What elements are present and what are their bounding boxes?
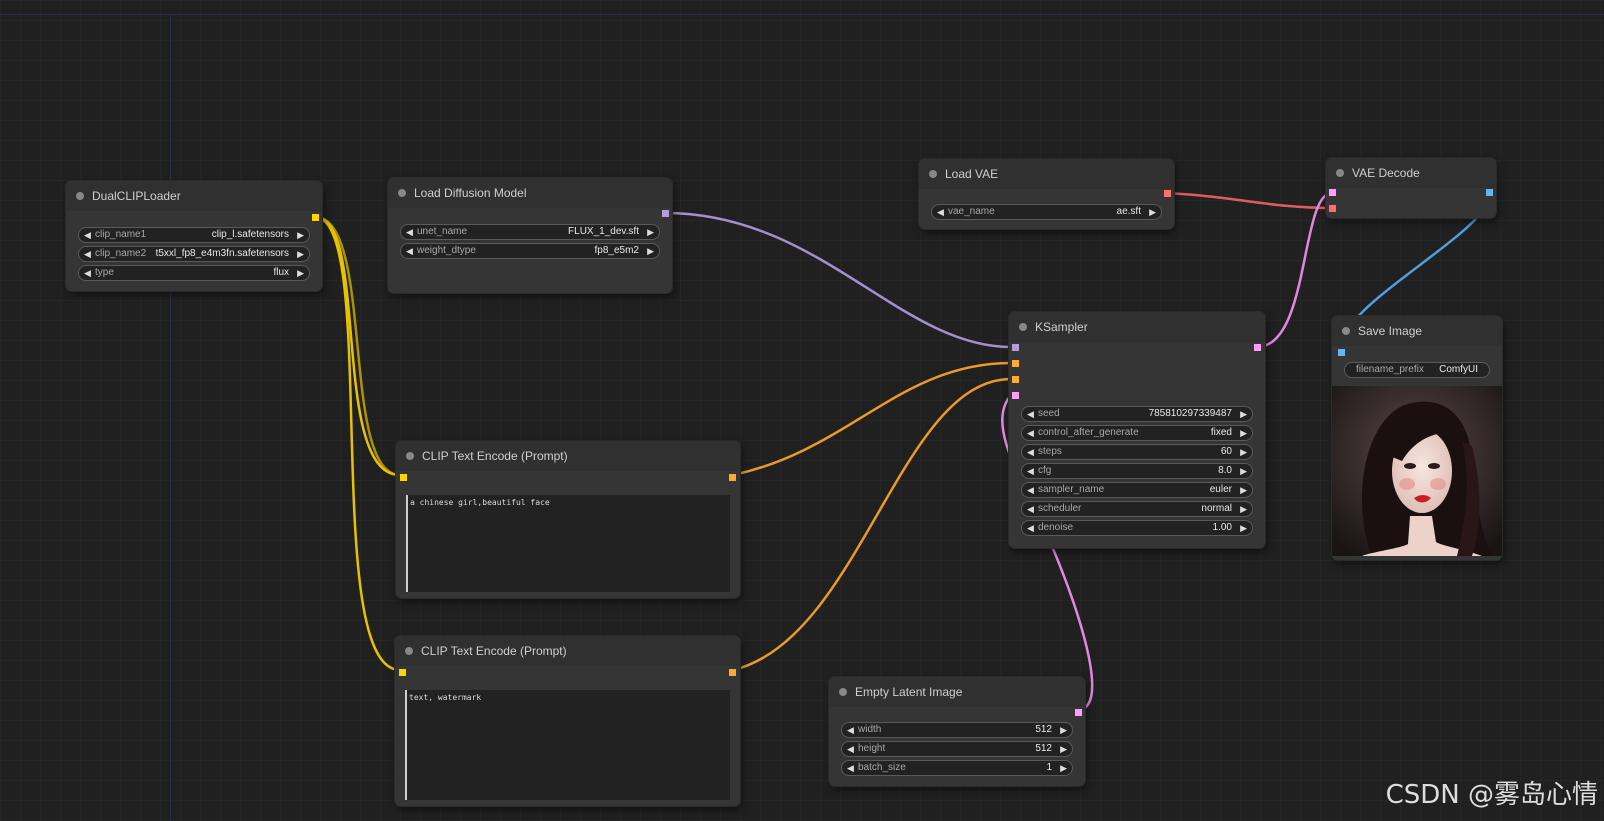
- clip-output-slot[interactable]: [312, 214, 319, 221]
- node-title: Load VAE: [919, 159, 1174, 189]
- dual-clip-loader-node[interactable]: DualCLIPLoader ◀ clip_name1 clip_l.safet…: [66, 181, 322, 291]
- prompt-textarea[interactable]: text, watermark: [405, 690, 730, 800]
- node-title: DualCLIPLoader: [66, 181, 322, 211]
- wire-negative: [732, 377, 1012, 672]
- vae-decode-node[interactable]: VAE Decode: [1326, 158, 1496, 218]
- conditioning-output-slot[interactable]: [729, 669, 736, 676]
- decrement-icon[interactable]: ◀: [84, 228, 91, 242]
- empty-latent-image-node[interactable]: Empty Latent Image ◀ width 512 ▶ ◀ heigh…: [829, 677, 1085, 786]
- unet-name-widget[interactable]: ◀ unet_name FLUX_1_dev.sft ▶: [400, 224, 660, 240]
- steps-widget[interactable]: ◀ steps 60 ▶: [1021, 444, 1253, 460]
- decrement-icon[interactable]: ◀: [406, 225, 413, 239]
- decrement-icon[interactable]: ◀: [1027, 521, 1034, 535]
- latent-output-slot[interactable]: [1254, 344, 1261, 351]
- increment-icon[interactable]: ▶: [1240, 483, 1247, 497]
- image-output-slot[interactable]: [1486, 189, 1493, 196]
- wire-positive: [732, 361, 1012, 477]
- decrement-icon[interactable]: ◀: [1027, 426, 1034, 440]
- latent-input-slot[interactable]: [1012, 392, 1019, 399]
- cfg-widget[interactable]: ◀ cfg 8.0 ▶: [1021, 463, 1253, 479]
- clip-name2-widget[interactable]: ◀ clip_name2 t5xxl_fp8_e4m3fn.safetensor…: [78, 246, 310, 262]
- clip-input-slot[interactable]: [400, 474, 407, 481]
- increment-icon[interactable]: ▶: [1060, 761, 1067, 775]
- increment-icon[interactable]: ▶: [1149, 205, 1156, 219]
- decrement-icon[interactable]: ◀: [84, 266, 91, 280]
- clip-input-slot[interactable]: [399, 669, 406, 676]
- increment-icon[interactable]: ▶: [647, 244, 654, 258]
- decrement-icon[interactable]: ◀: [847, 742, 854, 756]
- vae-output-slot[interactable]: [1164, 190, 1171, 197]
- width-widget[interactable]: ◀ width 512 ▶: [841, 722, 1073, 738]
- node-title: Empty Latent Image: [829, 677, 1085, 707]
- decrement-icon[interactable]: ◀: [1027, 407, 1034, 421]
- increment-icon[interactable]: ▶: [1240, 502, 1247, 516]
- wire-vae: [1166, 191, 1333, 210]
- increment-icon[interactable]: ▶: [1240, 407, 1247, 421]
- canvas-grid-line: [0, 14, 1604, 15]
- save-image-node[interactable]: Save Image filename_prefix ComfyUI: [1332, 316, 1502, 560]
- decrement-icon[interactable]: ◀: [406, 244, 413, 258]
- increment-icon[interactable]: ▶: [1240, 521, 1247, 535]
- increment-icon[interactable]: ▶: [1240, 445, 1247, 459]
- vae-name-widget[interactable]: ◀ vae_name ae.sft ▶: [931, 204, 1162, 220]
- model-output-slot[interactable]: [662, 210, 669, 217]
- increment-icon[interactable]: ▶: [1060, 742, 1067, 756]
- decrement-icon[interactable]: ◀: [1027, 445, 1034, 459]
- wire-image: [1356, 213, 1481, 319]
- decrement-icon[interactable]: ◀: [1027, 502, 1034, 516]
- load-vae-node[interactable]: Load VAE ◀ vae_name ae.sft ▶: [919, 159, 1174, 229]
- increment-icon[interactable]: ▶: [1240, 464, 1247, 478]
- clip-name1-widget[interactable]: ◀ clip_name1 clip_l.safetensors ▶: [78, 227, 310, 243]
- model-input-slot[interactable]: [1012, 344, 1019, 351]
- seed-widget[interactable]: ◀ seed 785810297339487 ▶: [1021, 406, 1253, 422]
- load-diffusion-model-node[interactable]: Load Diffusion Model ◀ unet_name FLUX_1_…: [388, 178, 672, 293]
- positive-input-slot[interactable]: [1012, 360, 1019, 367]
- vae-input-slot[interactable]: [1329, 205, 1336, 212]
- canvas-grid-line: [170, 14, 171, 821]
- conditioning-output-slot[interactable]: [729, 474, 736, 481]
- denoise-widget[interactable]: ◀ denoise 1.00 ▶: [1021, 520, 1253, 536]
- increment-icon[interactable]: ▶: [1060, 723, 1067, 737]
- output-image-preview: [1332, 386, 1502, 556]
- type-widget[interactable]: ◀ type flux ▶: [78, 265, 310, 281]
- decrement-icon[interactable]: ◀: [84, 247, 91, 261]
- filename-prefix-widget[interactable]: filename_prefix ComfyUI: [1344, 362, 1490, 378]
- increment-icon[interactable]: ▶: [647, 225, 654, 239]
- height-widget[interactable]: ◀ height 512 ▶: [841, 741, 1073, 757]
- node-title: CLIP Text Encode (Prompt): [396, 441, 740, 471]
- scheduler-widget[interactable]: ◀ scheduler normal ▶: [1021, 501, 1253, 517]
- wire-samples: [1256, 191, 1333, 349]
- node-title: VAE Decode: [1326, 158, 1496, 188]
- node-title: KSampler: [1009, 312, 1265, 342]
- decrement-icon[interactable]: ◀: [937, 205, 944, 219]
- wire-model: [664, 211, 1012, 349]
- node-title: CLIP Text Encode (Prompt): [395, 636, 740, 666]
- control-after-generate-widget[interactable]: ◀ control_after_generate fixed ▶: [1021, 425, 1253, 441]
- node-title: Load Diffusion Model: [388, 178, 672, 208]
- weight-dtype-widget[interactable]: ◀ weight_dtype fp8_e5m2 ▶: [400, 243, 660, 259]
- batch-size-widget[interactable]: ◀ batch_size 1 ▶: [841, 760, 1073, 776]
- increment-icon[interactable]: ▶: [297, 266, 304, 280]
- increment-icon[interactable]: ▶: [297, 247, 304, 261]
- decrement-icon[interactable]: ◀: [1027, 464, 1034, 478]
- negative-input-slot[interactable]: [1012, 376, 1019, 383]
- samples-input-slot[interactable]: [1329, 189, 1336, 196]
- decrement-icon[interactable]: ◀: [847, 761, 854, 775]
- latent-output-slot[interactable]: [1075, 709, 1082, 716]
- increment-icon[interactable]: ▶: [1240, 426, 1247, 440]
- ksampler-node[interactable]: KSampler ◀ seed 785810297339487 ▶ ◀ cont…: [1009, 312, 1265, 548]
- clip-text-encode-negative-node[interactable]: CLIP Text Encode (Prompt) text, watermar…: [395, 636, 740, 806]
- watermark: CSDN @雾岛心情: [1385, 780, 1598, 810]
- sampler-name-widget[interactable]: ◀ sampler_name euler ▶: [1021, 482, 1253, 498]
- images-input-slot[interactable]: [1338, 349, 1345, 356]
- clip-text-encode-positive-node[interactable]: CLIP Text Encode (Prompt) a chinese girl…: [396, 441, 740, 598]
- increment-icon[interactable]: ▶: [297, 228, 304, 242]
- prompt-textarea[interactable]: a chinese girl,beautiful face: [406, 495, 730, 592]
- decrement-icon[interactable]: ◀: [1027, 483, 1034, 497]
- decrement-icon[interactable]: ◀: [847, 723, 854, 737]
- node-title: Save Image: [1332, 316, 1502, 346]
